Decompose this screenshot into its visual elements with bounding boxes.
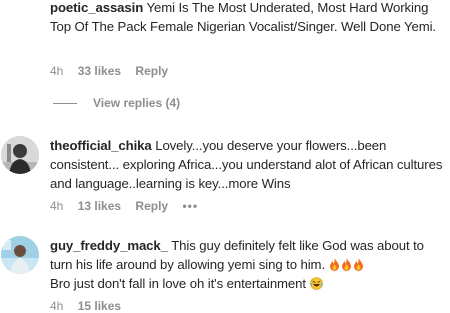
view-replies-label: View replies (4) <box>93 96 181 110</box>
comment-text: poetic_assasin Yemi Is The Most Underate… <box>50 0 445 36</box>
fire-emoji-icon <box>329 257 365 272</box>
comment-meta: 4h 15 likes <box>50 299 132 313</box>
avatar-image <box>1 136 39 174</box>
laughing-emoji-icon <box>309 276 324 291</box>
reply-button[interactable]: Reply <box>135 64 168 78</box>
view-replies-line <box>53 103 77 105</box>
comment-likes[interactable]: 33 likes <box>78 64 121 78</box>
more-options-icon[interactable]: ••• <box>182 199 198 213</box>
comment-time: 4h <box>50 299 64 313</box>
comment-time: 4h <box>50 199 64 213</box>
comment-time: 4h <box>50 64 64 78</box>
comment-username[interactable]: poetic_assasin <box>50 0 143 15</box>
comment-text: theofficial_chika Lovely...you deserve y… <box>50 136 445 193</box>
comment-username[interactable]: guy_freddy_mack_ <box>50 238 168 253</box>
avatar[interactable] <box>1 236 39 274</box>
comment-text: guy_freddy_mack_ This guy definitely fel… <box>50 236 445 293</box>
comment-username[interactable]: theofficial_chika <box>50 138 152 153</box>
comment-body-continued: Bro just don't fall in love oh it's ente… <box>50 276 306 291</box>
comment-meta: 4h 33 likes Reply <box>50 64 179 78</box>
avatar-image <box>1 236 39 274</box>
comment-likes[interactable]: 15 likes <box>78 299 121 313</box>
view-replies-button[interactable]: View replies (4) <box>53 96 180 110</box>
avatar[interactable] <box>1 136 39 174</box>
comment-meta: 4h 13 likes Reply ••• <box>50 199 209 213</box>
reply-button[interactable]: Reply <box>135 199 168 213</box>
comment-likes[interactable]: 13 likes <box>78 199 121 213</box>
